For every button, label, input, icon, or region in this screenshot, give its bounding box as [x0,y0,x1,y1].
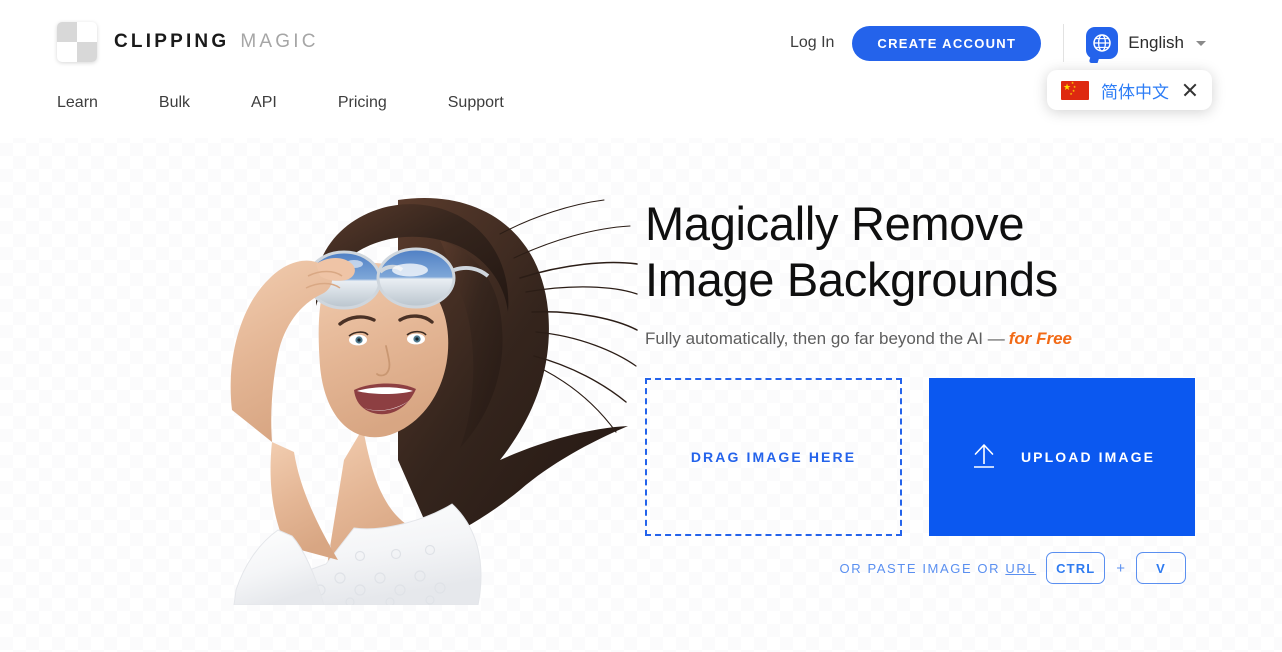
header-divider [1063,24,1065,62]
key-v[interactable]: V [1136,552,1186,584]
language-selector[interactable]: English [1086,27,1206,63]
login-link[interactable]: Log In [790,34,834,52]
paste-hint-prefix: OR PASTE IMAGE OR [839,560,1006,576]
nav-item-learn[interactable]: Learn [57,90,98,116]
brand-word-bold: CLIPPING [114,31,230,52]
header-actions: Log In CREATE ACCOUNT English [790,24,1206,63]
language-label: English [1128,33,1184,52]
paste-hint-text: OR PASTE IMAGE OR URL [840,561,1037,576]
drag-image-dropzone[interactable]: DRAG IMAGE HERE [645,378,902,536]
key-ctrl[interactable]: CTRL [1046,552,1106,584]
create-account-button[interactable]: CREATE ACCOUNT [852,25,1042,61]
paste-hint-row: OR PASTE IMAGE OR URL CTRL + V [645,552,1186,584]
language-suggestion-popup[interactable]: ★ ★ ★ ★ ★ 简体中文 [1047,70,1212,110]
nav-item-api[interactable]: API [251,90,277,116]
hero-subtitle-prefix: Fully automatically, then go far beyond … [645,329,1005,348]
nav-item-support[interactable]: Support [448,90,504,116]
upload-actions: DRAG IMAGE HERE UPLOAD IMAGE [645,378,1195,536]
main-nav: Learn Bulk API Pricing Support [57,90,504,116]
page-root: CLIPPING MAGIC Learn Bulk API Pricing Su… [0,0,1282,652]
flag-china-icon: ★ ★ ★ ★ ★ [1061,80,1089,100]
page-title: Magically Remove Image Backgrounds [645,197,1058,306]
paste-url-link[interactable]: URL [1005,561,1036,576]
brand-logo[interactable]: CLIPPING MAGIC [57,22,319,62]
language-suggestion-label[interactable]: 简体中文 [1101,78,1169,103]
nav-item-pricing[interactable]: Pricing [338,90,387,116]
hero-subtitle-highlight: for Free [1008,329,1073,348]
chevron-down-icon [1196,40,1206,46]
dropzone-label: DRAG IMAGE HERE [690,449,857,465]
upload-image-button[interactable]: UPLOAD IMAGE [929,378,1195,536]
upload-arrow-icon [969,441,999,474]
hero-subtitle: Fully automatically, then go far beyond … [645,329,1205,349]
brand-word-light: MAGIC [240,31,319,52]
hero-copy: Magically Remove Image Backgrounds Fully… [645,196,1205,349]
brand-wordmark: CLIPPING MAGIC [114,31,319,53]
upload-button-label: UPLOAD IMAGE [1020,449,1156,465]
hero-photo [148,160,638,605]
close-icon[interactable] [1181,81,1199,99]
checkerboard-logo-icon [57,22,97,62]
site-header: CLIPPING MAGIC Learn Bulk API Pricing Su… [0,0,1282,138]
nav-item-bulk[interactable]: Bulk [159,90,190,116]
key-plus-separator: + [1116,559,1125,577]
globe-speech-bubble-icon [1086,27,1119,63]
